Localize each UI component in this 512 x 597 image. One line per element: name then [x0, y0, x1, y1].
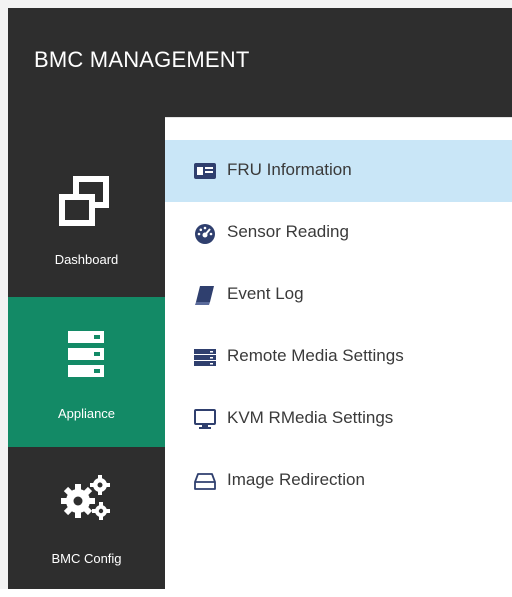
submenu-panel: FRU Information Sensor Reading Event Log — [165, 117, 512, 590]
app-frame: BMC MANAGEMENT Dashboard Appliance BMC C… — [0, 0, 512, 590]
gauge-icon — [195, 224, 215, 244]
submenu-item-sensor-reading[interactable]: Sensor Reading — [165, 202, 512, 264]
id-card-icon — [194, 163, 216, 179]
top-header: BMC MANAGEMENT — [8, 8, 512, 117]
sidebar-item-appliance[interactable]: Appliance — [8, 297, 165, 447]
dashboard-icon — [59, 176, 109, 226]
monitor-icon — [194, 409, 216, 429]
appliance-icon — [68, 331, 104, 377]
submenu-item-label: KVM RMedia Settings — [227, 408, 394, 427]
app-title: BMC MANAGEMENT — [34, 47, 250, 72]
submenu-item-label: Sensor Reading — [227, 222, 349, 241]
submenu-item-remote-media-settings[interactable]: Remote Media Settings — [165, 326, 512, 388]
book-icon — [195, 286, 214, 305]
submenu-item-fru-information[interactable]: FRU Information — [165, 140, 512, 202]
sidebar-item-label: Appliance — [57, 406, 116, 421]
sidebar-item-label: Dashboard — [54, 252, 119, 267]
submenu-item-image-redirection[interactable]: Image Redirection — [165, 450, 512, 512]
sidebar-item-bmc-config[interactable]: BMC Config — [8, 447, 165, 597]
hdd-icon — [194, 473, 216, 490]
gears-icon — [61, 475, 110, 520]
submenu-item-kvm-rmedia-settings[interactable]: KVM RMedia Settings — [165, 388, 512, 450]
submenu-item-label: Event Log — [227, 284, 304, 303]
submenu-item-label: Image Redirection — [227, 470, 365, 489]
sidebar-item-label: BMC Config — [51, 551, 122, 566]
submenu-item-label: Remote Media Settings — [227, 346, 404, 365]
submenu-item-label: FRU Information — [227, 160, 352, 179]
server-rack-icon — [194, 349, 216, 366]
sidebar-item-dashboard[interactable]: Dashboard — [8, 147, 165, 297]
submenu-item-event-log[interactable]: Event Log — [165, 264, 512, 326]
sidebar: Dashboard Appliance BMC Config — [8, 117, 165, 589]
